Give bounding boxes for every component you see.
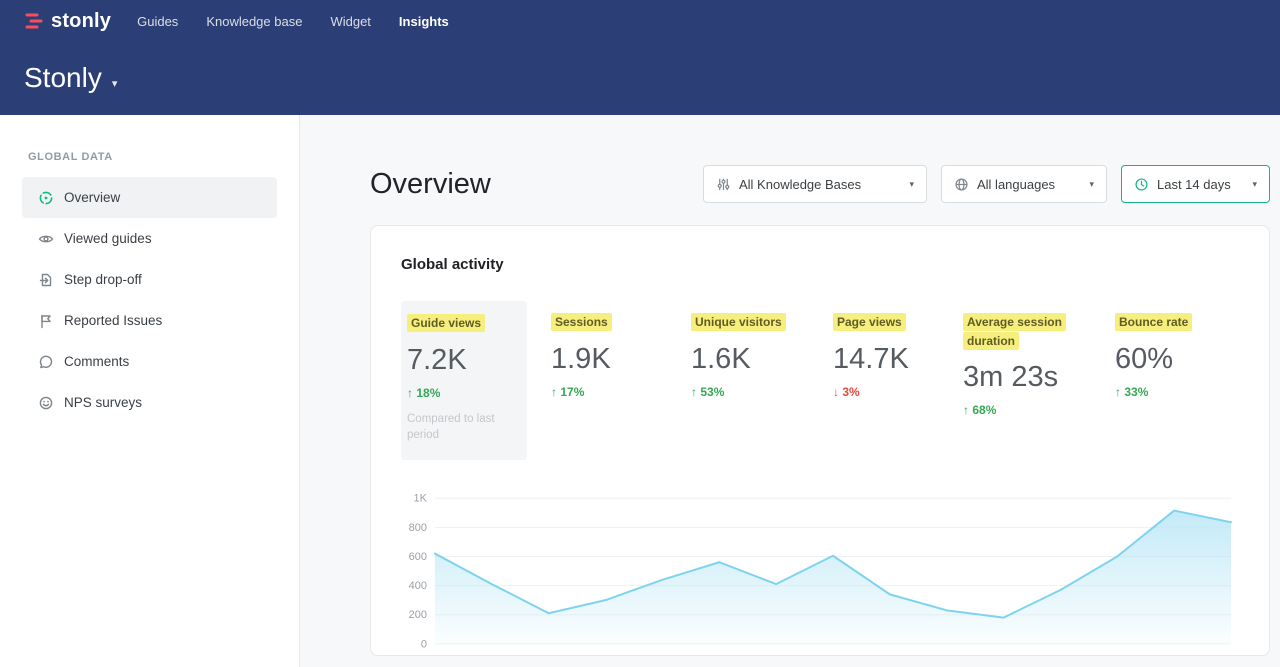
sidebar-item-label: Viewed guides <box>64 231 152 246</box>
sidebar-item-overview[interactable]: Overview <box>22 177 277 218</box>
svg-text:800: 800 <box>409 522 427 534</box>
sidebar: GLOBAL DATA Overview Viewed guides <box>0 115 300 667</box>
metric-delta: ↑ 33% <box>1115 385 1211 399</box>
metric-value: 1.6K <box>691 343 809 376</box>
logo-text: stonly <box>51 10 111 33</box>
main-content: Overview <box>300 115 1280 667</box>
sidebar-item-step-drop-off[interactable]: Step drop-off <box>22 259 277 300</box>
sidebar-item-nps-surveys[interactable]: NPS surveys <box>22 382 277 423</box>
nav-item-widget[interactable]: Widget <box>330 10 370 33</box>
workspace-selector[interactable]: Stonly ▾ <box>0 36 1280 94</box>
sidebar-item-label: Reported Issues <box>64 313 162 328</box>
svg-text:600: 600 <box>409 551 427 563</box>
main-header: Overview <box>370 165 1270 203</box>
sidebar-item-viewed-guides[interactable]: Viewed guides <box>22 218 277 259</box>
nav-item-knowledge-base[interactable]: Knowledge base <box>206 10 302 33</box>
stonly-logo[interactable]: stonly <box>24 10 111 33</box>
top-nav: stonly Guides Knowledge base Widget Insi… <box>0 0 1280 36</box>
metric-bounce-rate[interactable]: Bounce rate 60% ↑ 33% <box>1115 301 1211 399</box>
nav-item-insights[interactable]: Insights <box>399 10 449 33</box>
sidebar-item-label: Comments <box>64 354 129 369</box>
metrics-row: Guide views 7.2K ↑ 18% Compared to last … <box>401 301 1239 460</box>
metric-value: 60% <box>1115 343 1211 376</box>
arrow-up-icon: ↑ <box>407 386 413 400</box>
arrow-up-icon: ↑ <box>691 385 697 399</box>
sidebar-section-label: GLOBAL DATA <box>28 151 299 163</box>
filter-label: All Knowledge Bases <box>739 177 861 192</box>
filter-label: All languages <box>977 177 1055 192</box>
filters: All Knowledge Bases ▾ All languages <box>703 165 1270 203</box>
sidebar-item-label: NPS surveys <box>64 395 142 410</box>
filter-label: Last 14 days <box>1157 177 1231 192</box>
stonly-logo-icon <box>24 11 44 31</box>
flag-icon <box>38 313 54 329</box>
sidebar-item-label: Step drop-off <box>64 272 142 287</box>
svg-text:200: 200 <box>409 609 427 621</box>
filter-knowledge-bases[interactable]: All Knowledge Bases ▾ <box>703 165 927 203</box>
filter-languages[interactable]: All languages ▾ <box>941 165 1107 203</box>
sliders-icon <box>716 177 731 192</box>
arrow-up-icon: ↑ <box>1115 385 1121 399</box>
globe-icon <box>954 177 969 192</box>
svg-text:1K: 1K <box>414 493 428 505</box>
arrow-up-icon: ↑ <box>551 385 557 399</box>
metric-page-views[interactable]: Page views 14.7K ↓ 3% <box>833 301 939 399</box>
metric-label: Average session duration <box>963 313 1066 350</box>
metric-label: Guide views <box>407 314 485 332</box>
chevron-down-icon: ▾ <box>112 77 118 90</box>
sidebar-item-reported-issues[interactable]: Reported Issues <box>22 300 277 341</box>
chevron-down-icon: ▾ <box>1089 179 1094 190</box>
metric-avg-session-duration[interactable]: Average session duration 3m 23s ↑ 68% <box>963 301 1091 417</box>
activity-chart: 02004006008001K5678910111213141516171819 <box>401 486 1239 656</box>
metric-delta: ↑ 18% <box>407 386 517 400</box>
page-body: GLOBAL DATA Overview Viewed guides <box>0 115 1280 667</box>
top-header: stonly Guides Knowledge base Widget Insi… <box>0 0 1280 115</box>
filter-date-range[interactable]: Last 14 days ▾ <box>1121 165 1270 203</box>
metric-label: Sessions <box>551 313 612 331</box>
clock-icon <box>1134 177 1149 192</box>
main-nav: Guides Knowledge base Widget Insights <box>137 10 449 33</box>
metric-value: 14.7K <box>833 343 939 376</box>
overview-activity-icon <box>38 190 54 206</box>
arrow-down-icon: ↓ <box>833 385 839 399</box>
metric-unique-visitors[interactable]: Unique visitors 1.6K ↑ 53% <box>691 301 809 399</box>
comment-icon <box>38 354 54 370</box>
metric-delta: ↑ 68% <box>963 403 1091 417</box>
smiley-icon <box>38 395 54 411</box>
metric-label: Page views <box>833 313 906 331</box>
card-title: Global activity <box>401 256 1239 273</box>
chevron-down-icon: ▾ <box>1252 179 1257 190</box>
arrow-up-icon: ↑ <box>963 403 969 417</box>
metric-value: 7.2K <box>407 344 517 377</box>
metric-guide-views[interactable]: Guide views 7.2K ↑ 18% Compared to last … <box>401 301 527 460</box>
eye-icon <box>38 231 54 247</box>
chevron-down-icon: ▾ <box>909 179 914 190</box>
svg-text:400: 400 <box>409 580 427 592</box>
nav-item-guides[interactable]: Guides <box>137 10 178 33</box>
metric-delta: ↓ 3% <box>833 385 939 399</box>
metric-delta: ↑ 53% <box>691 385 809 399</box>
global-activity-card: Global activity Guide views 7.2K ↑ 18% C… <box>370 225 1270 656</box>
step-dropoff-icon <box>38 272 54 288</box>
metric-sessions[interactable]: Sessions 1.9K ↑ 17% <box>551 301 667 399</box>
metric-label: Bounce rate <box>1115 313 1192 331</box>
sidebar-item-comments[interactable]: Comments <box>22 341 277 382</box>
metric-value: 3m 23s <box>963 361 1091 394</box>
metric-value: 1.9K <box>551 343 667 376</box>
workspace-title: Stonly <box>24 62 102 94</box>
app-root: stonly Guides Knowledge base Widget Insi… <box>0 0 1280 667</box>
metric-label: Unique visitors <box>691 313 786 331</box>
metric-note: Compared to last period <box>407 411 517 444</box>
sidebar-item-label: Overview <box>64 190 120 205</box>
page-title: Overview <box>370 168 491 201</box>
svg-text:0: 0 <box>421 638 427 650</box>
metric-delta: ↑ 17% <box>551 385 667 399</box>
